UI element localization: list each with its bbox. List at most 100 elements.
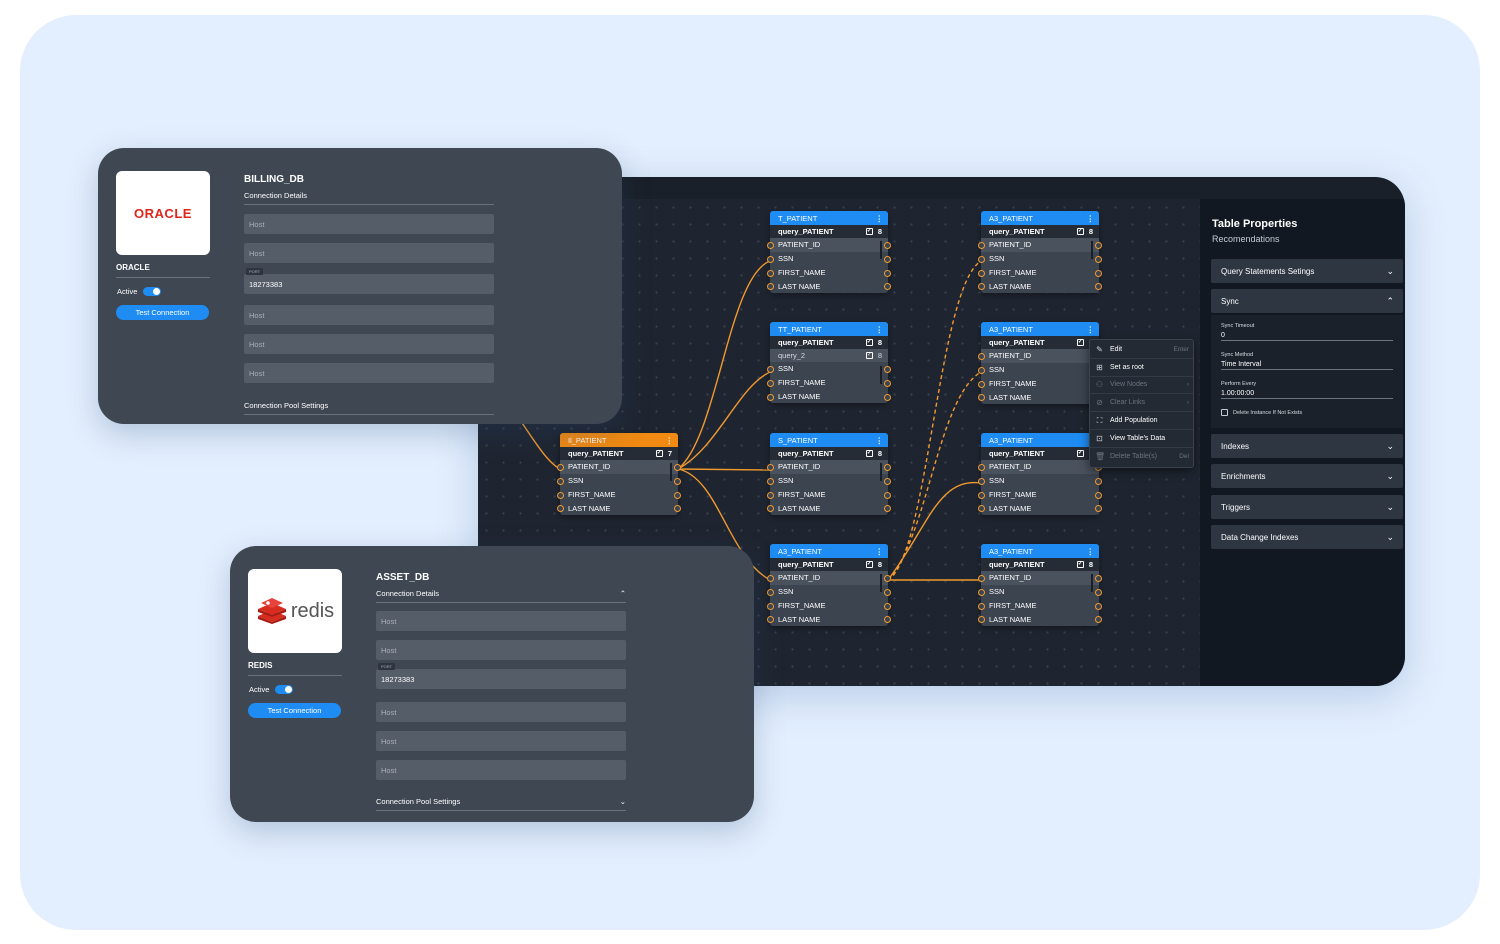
- table-node-a3-patient[interactable]: A3_PATIENT⋮ query_PATIENT✓8 PATIENT_ID S…: [978, 433, 1102, 516]
- host-field[interactable]: Host: [244, 305, 494, 325]
- test-connection-button[interactable]: Test Connection: [248, 703, 341, 718]
- node-field[interactable]: SSN: [557, 474, 681, 488]
- node-field[interactable]: LAST NAME: [978, 279, 1102, 293]
- sync-method-field[interactable]: Sync Method Time Interval: [1221, 352, 1393, 370]
- perform-every-field[interactable]: Perform Every 1.00:00:00: [1221, 381, 1393, 399]
- port-field[interactable]: PORT 18273383: [244, 268, 494, 294]
- pool-settings-section[interactable]: Connection Pool Settings ⌄: [376, 797, 626, 811]
- host-field[interactable]: Host: [244, 363, 494, 383]
- node-field[interactable]: PATIENT_ID: [767, 238, 891, 252]
- checkbox-icon[interactable]: ✓: [1076, 450, 1084, 457]
- menu-item-set-as-root[interactable]: ⊞ Set as root: [1090, 359, 1193, 377]
- node-field[interactable]: FIRST_NAME: [978, 488, 1102, 502]
- node-scrollbar[interactable]: [880, 574, 882, 592]
- host-field[interactable]: Host: [244, 243, 494, 263]
- pool-settings-section[interactable]: Connection Pool Settings: [244, 401, 494, 415]
- node-menu-icon[interactable]: ⋮: [876, 547, 883, 556]
- node-scrollbar[interactable]: [880, 463, 882, 481]
- sync-timeout-field[interactable]: Sync Timeout 0: [1221, 323, 1393, 341]
- active-toggle[interactable]: [275, 685, 294, 694]
- accordion-enrichments[interactable]: Enrichments ⌄: [1211, 464, 1403, 488]
- node-field[interactable]: SSN: [767, 362, 891, 376]
- host-field[interactable]: Host: [376, 731, 626, 751]
- node-menu-icon[interactable]: ⋮: [876, 214, 883, 223]
- menu-item-view-nodes[interactable]: ⚇ View Nodes ›: [1090, 377, 1193, 395]
- node-field[interactable]: LAST NAME: [767, 390, 891, 404]
- node-scrollbar[interactable]: [880, 241, 882, 259]
- menu-item-add-population[interactable]: ⛶ Add Population: [1090, 412, 1193, 430]
- port-field[interactable]: PORT 18273383: [376, 663, 626, 689]
- delete-instance-checkbox[interactable]: Delete Instance If Not Exists: [1221, 409, 1302, 416]
- node-field[interactable]: FIRST_NAME: [767, 266, 891, 280]
- node-field[interactable]: PATIENT_ID: [767, 460, 891, 474]
- table-node-s-patient[interactable]: S_PATIENT ⋮ query_PATIENT ✓ 8 PATIENT_ID SS…: [767, 433, 891, 516]
- checkbox-icon[interactable]: ✓: [865, 450, 873, 457]
- host-field[interactable]: Host: [376, 760, 626, 780]
- checkbox-icon[interactable]: ✓: [865, 339, 873, 346]
- node-field[interactable]: LAST NAME: [767, 279, 891, 293]
- node-menu-icon[interactable]: ⋮: [666, 436, 673, 445]
- table-node-a3-patient[interactable]: A3_PATIENT⋮ query_PATIENT✓8 PATIENT_ID S…: [978, 322, 1102, 405]
- node-field[interactable]: SSN: [767, 252, 891, 266]
- accordion-triggers[interactable]: Triggers ⌄: [1211, 495, 1403, 519]
- node-field[interactable]: FIRST_NAME: [767, 376, 891, 390]
- node-menu-icon[interactable]: ⋮: [1087, 547, 1094, 556]
- table-node-tt-patient[interactable]: TT_PATIENT ⋮ query_PATIENT ✓ 8 query_2 ✓ 8 SS…: [767, 322, 891, 404]
- node-field[interactable]: PATIENT_ID: [978, 238, 1102, 252]
- node-field[interactable]: PATIENT_ID: [978, 349, 1102, 363]
- node-field[interactable]: PATIENT_ID: [767, 571, 891, 585]
- checkbox-icon[interactable]: ✓: [655, 450, 663, 457]
- checkbox-icon[interactable]: ✓: [865, 352, 873, 359]
- node-field[interactable]: PATIENT_ID: [978, 460, 1102, 474]
- menu-item-clear-links[interactable]: ⊘ Clear Links ›: [1090, 394, 1193, 413]
- node-field[interactable]: SSN: [978, 474, 1102, 488]
- node-field[interactable]: SSN: [978, 363, 1102, 377]
- node-menu-icon[interactable]: ⋮: [1087, 325, 1094, 334]
- accordion-indexes[interactable]: Indexes ⌄: [1211, 434, 1403, 458]
- host-field[interactable]: Host: [376, 640, 626, 660]
- node-field[interactable]: FIRST_NAME: [978, 377, 1102, 391]
- test-connection-button[interactable]: Test Connection: [116, 305, 209, 320]
- host-field[interactable]: Host: [376, 611, 626, 631]
- node-menu-icon[interactable]: ⋮: [876, 436, 883, 445]
- node-menu-icon[interactable]: ⋮: [1087, 214, 1094, 223]
- accordion-query-statements[interactable]: Query Statements Setings ⌄: [1211, 259, 1403, 283]
- node-field[interactable]: SSN: [767, 585, 891, 599]
- node-field[interactable]: PATIENT_ID: [978, 571, 1102, 585]
- host-field[interactable]: Host: [244, 334, 494, 354]
- checkbox-icon[interactable]: ✓: [865, 561, 873, 568]
- node-field[interactable]: LAST NAME: [557, 501, 681, 515]
- connection-details-section[interactable]: Connection Details: [244, 191, 494, 205]
- node-field[interactable]: LAST NAME: [978, 390, 1102, 404]
- node-field[interactable]: FIRST_NAME: [978, 266, 1102, 280]
- table-node-t-patient[interactable]: T_PATIENT ⋮ query_PATIENT ✓ 8 PATIENT_ID SS…: [767, 211, 891, 294]
- node-field[interactable]: FIRST_NAME: [557, 488, 681, 502]
- accordion-sync[interactable]: Sync ⌃: [1211, 289, 1403, 313]
- host-field[interactable]: Host: [376, 702, 626, 722]
- node-field[interactable]: SSN: [978, 585, 1102, 599]
- accordion-data-change-indexes[interactable]: Data Change Indexes ⌄: [1211, 525, 1403, 549]
- node-scrollbar[interactable]: [1091, 241, 1093, 259]
- node-field[interactable]: LAST NAME: [978, 612, 1102, 626]
- node-scrollbar[interactable]: [670, 463, 672, 481]
- checkbox-icon[interactable]: ✓: [1076, 561, 1084, 568]
- menu-item-view-table-data[interactable]: ⊡ View Table's Data: [1090, 430, 1193, 448]
- node-field[interactable]: LAST NAME: [767, 501, 891, 515]
- menu-item-edit[interactable]: ✎ Edit Enter: [1090, 341, 1193, 359]
- node-field[interactable]: SSN: [978, 252, 1102, 266]
- checkbox-icon[interactable]: ✓: [1076, 339, 1084, 346]
- node-field[interactable]: FIRST_NAME: [767, 488, 891, 502]
- node-field[interactable]: LAST NAME: [767, 612, 891, 626]
- node-menu-icon[interactable]: ⋮: [876, 325, 883, 334]
- menu-item-delete-tables[interactable]: 🗑 Delete Table(s) Del: [1090, 448, 1193, 466]
- active-toggle[interactable]: [143, 287, 162, 296]
- host-field[interactable]: Host: [244, 214, 494, 234]
- node-scrollbar[interactable]: [1091, 574, 1093, 592]
- node-field[interactable]: SSN: [767, 474, 891, 488]
- node-field[interactable]: FIRST_NAME: [978, 599, 1102, 613]
- checkbox-icon[interactable]: ✓: [1076, 228, 1084, 235]
- node-field[interactable]: PATIENT_ID: [557, 460, 681, 474]
- table-node-il-patient[interactable]: Il_PATIENT ⋮ query_PATIENT ✓ 7 PATIENT_ID S…: [557, 433, 681, 516]
- connection-details-section[interactable]: Connection Details ⌃: [376, 589, 626, 603]
- table-node-a3-patient[interactable]: A3_PATIENT⋮ query_PATIENT✓8 PATIENT_ID S…: [978, 544, 1102, 627]
